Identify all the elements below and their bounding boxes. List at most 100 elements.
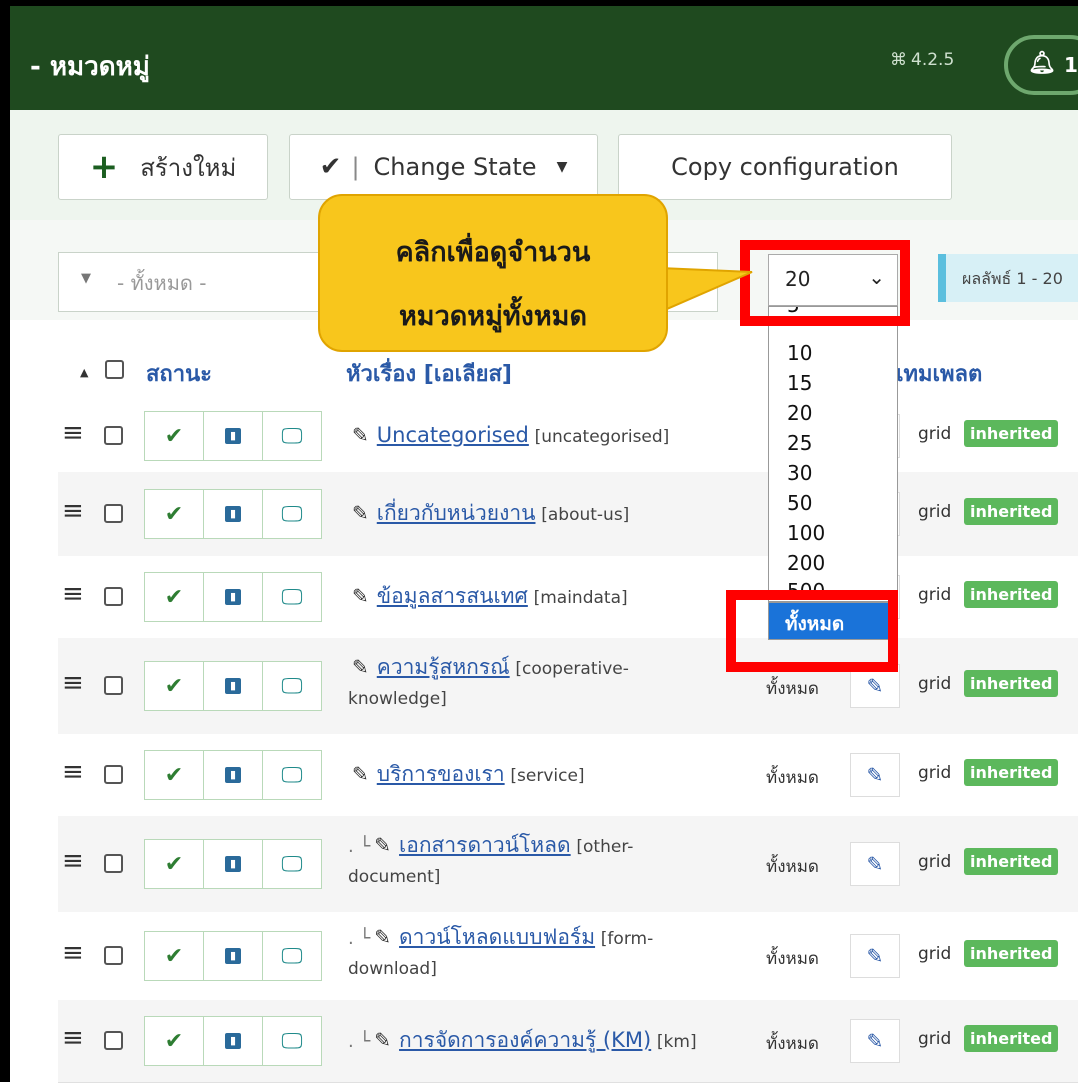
rss-icon[interactable]: ▮	[203, 411, 263, 461]
separator: |	[351, 153, 360, 181]
desktop-icon[interactable]: 🖵	[262, 839, 322, 889]
rss-icon[interactable]: ▮	[203, 572, 263, 622]
edit-icon: ✎	[866, 1029, 884, 1053]
inherited-badge: inherited	[964, 670, 1059, 697]
callout-line-1: คลิกเพื่อดูจำนวน	[395, 237, 591, 268]
rss-icon[interactable]: ▮	[203, 1016, 263, 1066]
dropdown-option[interactable]: 30	[787, 461, 812, 485]
level-indicator: . └	[348, 836, 371, 857]
alias-continuation: download]	[348, 959, 437, 979]
edit-icon: ✎	[374, 1028, 392, 1052]
publish-check-icon[interactable]: ✔	[144, 750, 204, 800]
publish-check-icon[interactable]: ✔	[144, 1016, 204, 1066]
row-checkbox[interactable]	[104, 1031, 123, 1050]
dropdown-option[interactable]: 10	[787, 341, 812, 365]
header-title[interactable]: หัวเรื่อง [เอเลียส]	[346, 356, 512, 391]
select-all-checkbox[interactable]	[105, 360, 124, 379]
desktop-icon[interactable]: 🖵	[262, 750, 322, 800]
row-checkbox[interactable]	[104, 587, 123, 606]
desktop-icon[interactable]: 🖵	[262, 411, 322, 461]
dropdown-option[interactable]: 25	[787, 431, 812, 455]
edit-button[interactable]: ✎	[850, 842, 900, 886]
status-button-group: ✔ ▮ 🖵	[144, 572, 328, 622]
copy-configuration-button[interactable]: Copy configuration	[618, 134, 952, 200]
row-checkbox[interactable]	[104, 946, 123, 965]
drag-handle-icon[interactable]: ≡	[62, 496, 84, 526]
publish-check-icon[interactable]: ✔	[144, 839, 204, 889]
dropdown-option[interactable]: 20	[787, 401, 812, 425]
category-link[interactable]: Uncategorised	[377, 423, 529, 447]
notification-button[interactable]: 🔔︎ 1	[1004, 35, 1078, 95]
publish-check-icon[interactable]: ✔	[144, 411, 204, 461]
left-border	[0, 0, 10, 1082]
alias-continuation: knowledge]	[348, 689, 447, 709]
drag-handle-icon[interactable]: ≡	[62, 668, 84, 698]
level-filter-select[interactable]: ▼ - ทั้งหมด -	[58, 252, 348, 312]
category-link[interactable]: ดาวน์โหลดแบบฟอร์ม	[399, 925, 595, 949]
edit-button[interactable]: ✎	[850, 753, 900, 797]
row-checkbox[interactable]	[104, 426, 123, 445]
desktop-icon[interactable]: 🖵	[262, 489, 322, 539]
desktop-icon[interactable]: 🖵	[262, 661, 322, 711]
table-row: ≡ ✔ ▮ 🖵 . └ ✎ เอกสารดาวน์โหลด [other- docu…	[58, 816, 1078, 913]
category-link[interactable]: การจัดการองค์ความรู้ (KM)	[399, 1028, 651, 1052]
results-count-badge: ผลลัพธ์ 1 - 20	[938, 254, 1078, 302]
page-title: - หมวดหมู่	[30, 52, 150, 82]
edit-icon: ✎	[352, 584, 369, 608]
drag-handle-icon[interactable]: ≡	[62, 757, 84, 787]
edit-icon: ✎	[352, 655, 369, 679]
highlight-all-option	[726, 590, 898, 672]
title-cell: ✎ ข้อมูลสารสนเทศ [maindata]	[348, 581, 628, 613]
sort-asc-icon[interactable]: ▲	[80, 366, 88, 379]
caret-down-icon: ▼	[556, 159, 568, 175]
title-cell: ✎ บริการของเรา [service]	[348, 759, 585, 791]
access-label: ทั้งหมด	[766, 857, 819, 877]
status-button-group: ✔ ▮ 🖵	[144, 750, 328, 800]
category-link[interactable]: ข้อมูลสารสนเทศ	[377, 584, 528, 608]
dropdown-option[interactable]: 200	[787, 551, 825, 575]
row-checkbox[interactable]	[104, 504, 123, 523]
drag-handle-icon[interactable]: ≡	[62, 846, 84, 876]
rss-icon[interactable]: ▮	[203, 661, 263, 711]
edit-icon: ✎	[866, 852, 884, 876]
status-button-group: ✔ ▮ 🖵	[144, 839, 328, 889]
drag-handle-icon[interactable]: ≡	[62, 418, 84, 448]
desktop-icon[interactable]: 🖵	[262, 572, 322, 622]
edit-button[interactable]: ✎	[850, 1019, 900, 1063]
rss-icon[interactable]: ▮	[203, 931, 263, 981]
header-status[interactable]: สถานะ	[146, 356, 212, 391]
inherited-badge: inherited	[964, 498, 1059, 525]
desktop-icon[interactable]: 🖵	[262, 931, 322, 981]
edit-icon: ✎	[866, 763, 884, 787]
status-button-group: ✔ ▮ 🖵	[144, 1016, 328, 1066]
dropdown-option[interactable]: 50	[787, 491, 812, 515]
highlight-limit-select	[740, 240, 910, 326]
rss-icon[interactable]: ▮	[203, 839, 263, 889]
publish-check-icon[interactable]: ✔	[144, 931, 204, 981]
publish-check-icon[interactable]: ✔	[144, 489, 204, 539]
list-limit-dropdown[interactable]: 5 10 15 20 25 30 50 100 200 500	[768, 306, 898, 602]
rss-icon[interactable]: ▮	[203, 489, 263, 539]
edit-button[interactable]: ✎	[850, 934, 900, 978]
new-button[interactable]: + สร้างใหม่	[58, 134, 268, 200]
drag-handle-icon[interactable]: ≡	[62, 938, 84, 968]
callout-pointer	[660, 266, 753, 314]
publish-check-icon[interactable]: ✔	[144, 661, 204, 711]
title-cell: . └ ✎ ดาวน์โหลดแบบฟอร์ม [form- download]	[348, 922, 653, 984]
category-link[interactable]: เกี่ยวกับหน่วยงาน	[377, 501, 536, 525]
rss-icon[interactable]: ▮	[203, 750, 263, 800]
publish-check-icon[interactable]: ✔	[144, 572, 204, 622]
category-link[interactable]: ความรู้สหกรณ์	[377, 655, 510, 679]
category-link[interactable]: บริการของเรา	[377, 762, 505, 786]
dropdown-option[interactable]: 100	[787, 521, 825, 545]
header-template[interactable]: เทมเพลต	[896, 356, 982, 391]
dropdown-option[interactable]: 15	[787, 371, 812, 395]
row-checkbox[interactable]	[104, 676, 123, 695]
drag-handle-icon[interactable]: ≡	[62, 1023, 84, 1053]
category-link[interactable]: เอกสารดาวน์โหลด	[399, 833, 571, 857]
desktop-icon[interactable]: 🖵	[262, 1016, 322, 1066]
row-checkbox[interactable]	[104, 854, 123, 873]
change-state-button[interactable]: ✔ | Change State ▼	[289, 134, 598, 200]
drag-handle-icon[interactable]: ≡	[62, 579, 84, 609]
row-checkbox[interactable]	[104, 765, 123, 784]
